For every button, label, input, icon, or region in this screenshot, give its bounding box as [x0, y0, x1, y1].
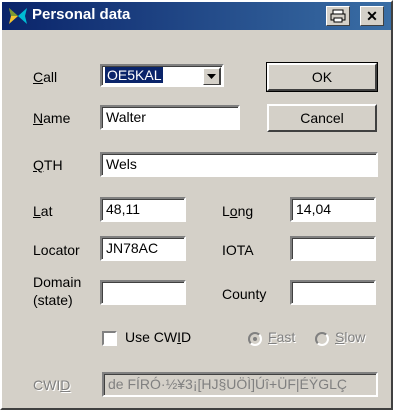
slow-radio[interactable]: [315, 332, 329, 346]
cwid-value: de FÍRÓ·½¥3¡[HJ§UÖÌ]Úî+ÜF|ÉŸGLÇ: [108, 376, 347, 392]
print-button[interactable]: [326, 6, 350, 26]
cancel-button-label: Cancel: [300, 110, 344, 126]
lat-value: 48,11: [106, 201, 140, 217]
slow-label: Slow: [335, 329, 366, 345]
long-field[interactable]: 14,04: [290, 197, 376, 222]
title-bar[interactable]: Personal data ✕: [2, 2, 391, 30]
cwid-field[interactable]: de FÍRÓ·½¥3¡[HJ§UÖÌ]Úî+ÜF|ÉŸGLÇ: [102, 372, 378, 397]
domain-field[interactable]: [100, 280, 186, 305]
locator-label: Locator: [33, 242, 80, 258]
close-icon: ✕: [366, 7, 378, 24]
locator-field[interactable]: JN78AC: [100, 236, 186, 261]
domain-label-line2: (state): [33, 292, 73, 308]
name-field[interactable]: Walter: [100, 105, 240, 130]
use-cwid-label: Use CWID: [125, 329, 192, 345]
domain-label-line1: Domain: [33, 274, 82, 290]
call-dropdown-button[interactable]: [202, 67, 221, 85]
name-value: Walter: [106, 109, 146, 125]
ok-button-label: OK: [311, 69, 333, 85]
iota-field[interactable]: [290, 236, 376, 261]
county-field[interactable]: [290, 280, 376, 305]
close-button[interactable]: ✕: [360, 6, 384, 26]
name-label: Name: [33, 110, 71, 126]
cwid-label: CWID: [33, 377, 71, 393]
call-value: OE5KAL: [105, 67, 164, 83]
fast-label: Fast: [268, 329, 296, 345]
app-butterfly-icon: [9, 8, 27, 24]
use-cwid-checkbox[interactable]: [102, 331, 117, 346]
county-label: County: [222, 286, 267, 302]
ok-button[interactable]: OK: [266, 62, 378, 92]
lat-label: Lat: [33, 203, 53, 219]
printer-icon: [330, 9, 346, 23]
locator-value: JN78AC: [106, 240, 159, 256]
cancel-button[interactable]: Cancel: [267, 104, 377, 132]
long-label: Long: [222, 203, 254, 219]
lat-field[interactable]: 48,11: [100, 197, 186, 222]
qth-label: QTH: [33, 157, 63, 173]
iota-label: IOTA: [222, 242, 254, 258]
call-label: Call: [33, 69, 58, 85]
fast-radio[interactable]: [248, 332, 262, 346]
qth-field[interactable]: Wels: [100, 152, 378, 177]
call-combobox[interactable]: OE5KAL: [100, 64, 224, 87]
fast-radio-dot: [253, 337, 257, 341]
window-title: Personal data: [32, 6, 131, 23]
personal-data-dialog: Personal data ✕ Call OE5KAL OK Name Walt…: [0, 0, 393, 410]
long-value: 14,04: [296, 201, 332, 217]
chevron-down-icon: [207, 74, 216, 79]
qth-value: Wels: [106, 156, 137, 172]
